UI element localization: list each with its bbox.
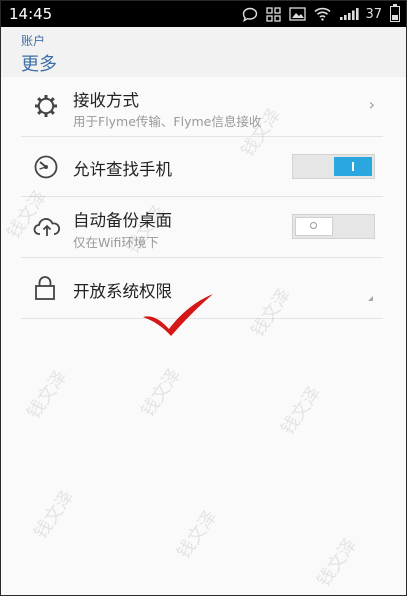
apps-icon [266,6,282,22]
wifi-icon [314,7,331,21]
page-header: 账户 更多 [1,27,406,77]
status-time: 14:45 [9,5,53,23]
toggle-knob [334,157,372,176]
setting-label: 自动备份桌面 [73,211,172,230]
page-title: 更多 [21,54,57,75]
status-icons: 37 [242,4,400,24]
setting-receive-method[interactable]: 接收方式 用于Flyme传输、Flyme信息接收 › [21,77,383,137]
lock-icon [33,275,57,305]
setting-auto-backup[interactable]: 自动备份桌面 仅在Wifi环境下 [21,197,383,258]
chevron-right-icon: › [368,95,375,114]
gear-icon [33,93,59,123]
expand-indicator-icon [368,296,373,301]
locate-icon [33,154,59,184]
battery-level-text: 37 [365,6,382,22]
red-checkmark-annotation [141,293,216,342]
image-icon [289,7,307,21]
status-bar: 14:45 37 [1,1,406,27]
toggle-knob [295,217,333,236]
find-phone-toggle[interactable] [292,154,375,179]
setting-description: 用于Flyme传输、Flyme信息接收 [73,114,262,129]
setting-label: 接收方式 [73,91,139,110]
phone-screen: 14:45 37 账户 更多 接收方式 用于Flyme传输、Flyme信息接收 … [0,0,407,596]
cloud-upload-icon [33,215,61,243]
battery-icon [390,4,400,22]
signal-icon [339,7,360,21]
setting-find-phone[interactable]: 允许查找手机 [21,137,383,197]
chat-bubble-icon [242,7,258,22]
setting-description: 仅在Wifi环境下 [73,235,159,250]
setting-label: 允许查找手机 [73,160,172,179]
auto-backup-toggle[interactable] [292,214,375,239]
breadcrumb[interactable]: 账户 [21,32,45,49]
